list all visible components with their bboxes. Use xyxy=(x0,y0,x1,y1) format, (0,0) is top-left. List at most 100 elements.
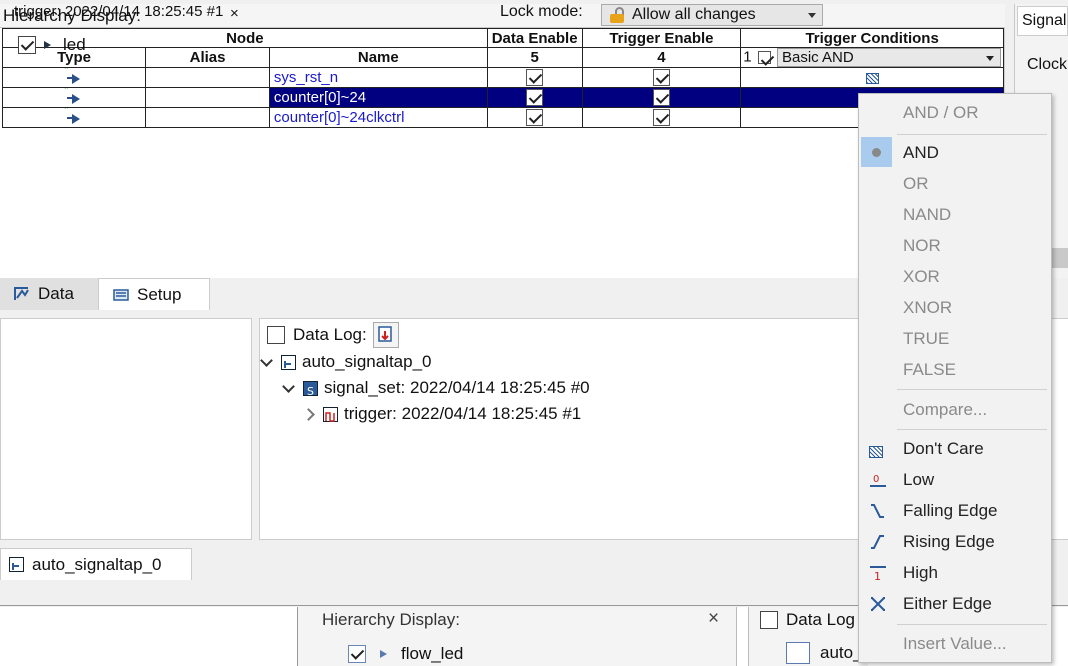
name-column-header[interactable]: Name xyxy=(268,47,488,68)
trigger-enable-count: 4 xyxy=(581,47,742,68)
clock-label: Clock xyxy=(1027,56,1068,73)
instance-icon xyxy=(281,354,296,370)
trigger-enable-cell[interactable] xyxy=(581,67,742,88)
hierarchy-title: Hierarchy Display: xyxy=(3,6,141,25)
tab-setup[interactable]: Setup xyxy=(98,278,210,310)
hierarchy-item-label: led xyxy=(63,35,86,54)
data-enable-checkbox[interactable] xyxy=(526,89,544,107)
trigger-level: 1 xyxy=(743,48,752,66)
rising-edge-icon xyxy=(871,535,884,549)
data-log-header: Data Log: xyxy=(267,322,399,348)
background-hierarchy-item-label: flow_led xyxy=(401,644,464,663)
trigger-enable-checkbox[interactable] xyxy=(652,109,670,127)
panel-scrollbar[interactable] xyxy=(1052,248,1068,268)
menu-item-nor[interactable]: NOR xyxy=(859,231,1051,261)
chevron-down-icon[interactable] xyxy=(260,353,273,367)
input-pin-icon: * xyxy=(64,69,81,85)
data-log-checkbox[interactable] xyxy=(760,611,778,629)
trigger-enable-checkbox[interactable] xyxy=(652,69,670,87)
alias-cell[interactable] xyxy=(145,67,270,88)
low-icon: 0 xyxy=(870,474,886,487)
data-enable-checkbox[interactable] xyxy=(526,109,544,127)
chevron-right-icon[interactable] xyxy=(302,407,315,421)
chevron-down-icon[interactable] xyxy=(282,379,295,393)
node-list-area: Node Data Enable Trigger Enable Trigger … xyxy=(0,28,1005,278)
table-row[interactable]: * counter[0]~24clkctrl xyxy=(1,107,1004,128)
svg-text:0: 0 xyxy=(873,474,879,485)
trigger-conditions-header: Trigger Conditions xyxy=(740,28,1004,48)
tree-node-trigger[interactable]: trigger: 2022/04/14 18:25:45 #1 xyxy=(302,404,582,424)
data-enable-checkbox[interactable] xyxy=(526,69,544,87)
trigger-mode-dropdown[interactable]: Basic AND xyxy=(776,48,1001,67)
menu-item-dont-care[interactable]: Don't Care xyxy=(859,434,1051,464)
high-icon: 1 xyxy=(870,566,886,581)
menu-item-high[interactable]: 1 High xyxy=(859,558,1051,588)
data-log-title: Data Log: xyxy=(293,325,367,344)
menu-separator xyxy=(897,389,1047,390)
input-pin-icon: * xyxy=(64,89,81,105)
tab-data[interactable]: Data xyxy=(0,278,98,310)
menu-item-xor[interactable]: XOR xyxy=(859,262,1051,292)
node-table: Node Data Enable Trigger Enable Trigger … xyxy=(1,28,1004,128)
close-icon[interactable]: × xyxy=(230,5,239,22)
table-row[interactable]: * counter[0]~24 xyxy=(1,87,1004,108)
hierarchy-item-checkbox[interactable] xyxy=(348,645,366,663)
menu-item-either-edge[interactable]: Either Edge xyxy=(859,589,1051,619)
hierarchy-item[interactable]: led xyxy=(18,35,86,55)
alias-column-header[interactable]: Alias xyxy=(145,47,270,68)
instance-tab[interactable]: auto_signaltap_0 xyxy=(0,548,192,580)
close-icon[interactable]: × xyxy=(708,608,719,630)
tree-node-instance[interactable]: auto_signaltap_0 xyxy=(260,352,432,372)
data-enable-cell[interactable] xyxy=(486,67,583,88)
data-log-button[interactable] xyxy=(372,322,399,348)
trigger-enable-header: Trigger Enable xyxy=(581,28,742,48)
data-enable-cell[interactable] xyxy=(486,107,583,128)
menu-item-or[interactable]: OR xyxy=(859,169,1051,199)
instance-icon xyxy=(9,557,24,572)
either-edge-icon xyxy=(871,597,885,611)
signal-set-icon: S xyxy=(303,380,318,398)
trigger-condition-checkbox[interactable] xyxy=(757,51,771,64)
table-row[interactable]: * sys_rst_n xyxy=(1,67,1004,88)
menu-item-rising-edge[interactable]: Rising Edge xyxy=(859,527,1051,557)
menu-item-and[interactable]: AND xyxy=(859,138,1051,168)
hierarchy-item-checkbox[interactable] xyxy=(18,36,36,54)
node-name-cell[interactable]: sys_rst_n xyxy=(268,67,488,88)
input-pin-icon xyxy=(380,650,387,658)
menu-item-false[interactable]: FALSE xyxy=(859,355,1051,385)
alias-cell[interactable] xyxy=(145,87,270,108)
menu-item-xnor[interactable]: XNOR xyxy=(859,293,1051,323)
background-data-log-title: Data Log xyxy=(786,610,855,629)
trigger-condition-cell[interactable] xyxy=(740,67,1004,88)
chevron-down-icon xyxy=(808,13,816,18)
tree-node-label: trigger: 2022/04/14 18:25:45 #1 xyxy=(344,404,582,423)
tab-setup-label: Setup xyxy=(137,284,182,304)
node-name-cell[interactable]: counter[0]~24clkctrl xyxy=(268,107,488,128)
menu-item-falling-edge[interactable]: Falling Edge xyxy=(859,496,1051,526)
trigger-enable-checkbox[interactable] xyxy=(652,89,670,107)
type-cell: * xyxy=(1,67,147,88)
alias-cell[interactable] xyxy=(145,107,270,128)
menu-item-nand[interactable]: NAND xyxy=(859,200,1051,230)
tree-node-label: signal_set: 2022/04/14 18:25:45 #0 xyxy=(324,378,590,397)
instance-tab-label: auto_signaltap_0 xyxy=(32,554,162,574)
node-name-cell[interactable]: counter[0]~24 xyxy=(268,87,488,108)
data-enable-cell[interactable] xyxy=(486,87,583,108)
background-hierarchy-item[interactable]: flow_led xyxy=(348,644,463,664)
menu-item-true[interactable]: TRUE xyxy=(859,324,1051,354)
menu-item-compare[interactable]: Compare... xyxy=(859,395,1051,425)
data-log-checkbox[interactable] xyxy=(267,326,285,344)
trigger-enable-cell[interactable] xyxy=(581,107,742,128)
tree-node-signal-set[interactable]: S signal_set: 2022/04/14 18:25:45 #0 xyxy=(282,378,590,398)
menu-item-low[interactable]: 0 Low xyxy=(859,465,1051,495)
lock-mode-dropdown[interactable]: Allow all changes xyxy=(601,4,823,26)
tree-node-label: auto_signaltap_0 xyxy=(302,352,432,371)
menu-item-insert-value[interactable]: Insert Value... xyxy=(859,629,1051,659)
background-data-log-header: Data Log xyxy=(760,610,855,630)
menu-header-and-or: AND / OR xyxy=(903,103,979,122)
trigger-icon xyxy=(323,406,338,422)
input-pin-icon: * xyxy=(64,109,81,125)
trigger-enable-cell[interactable] xyxy=(581,87,742,108)
dont-care-icon xyxy=(865,72,879,84)
tab-signal-configuration[interactable]: Signal xyxy=(1017,6,1068,36)
